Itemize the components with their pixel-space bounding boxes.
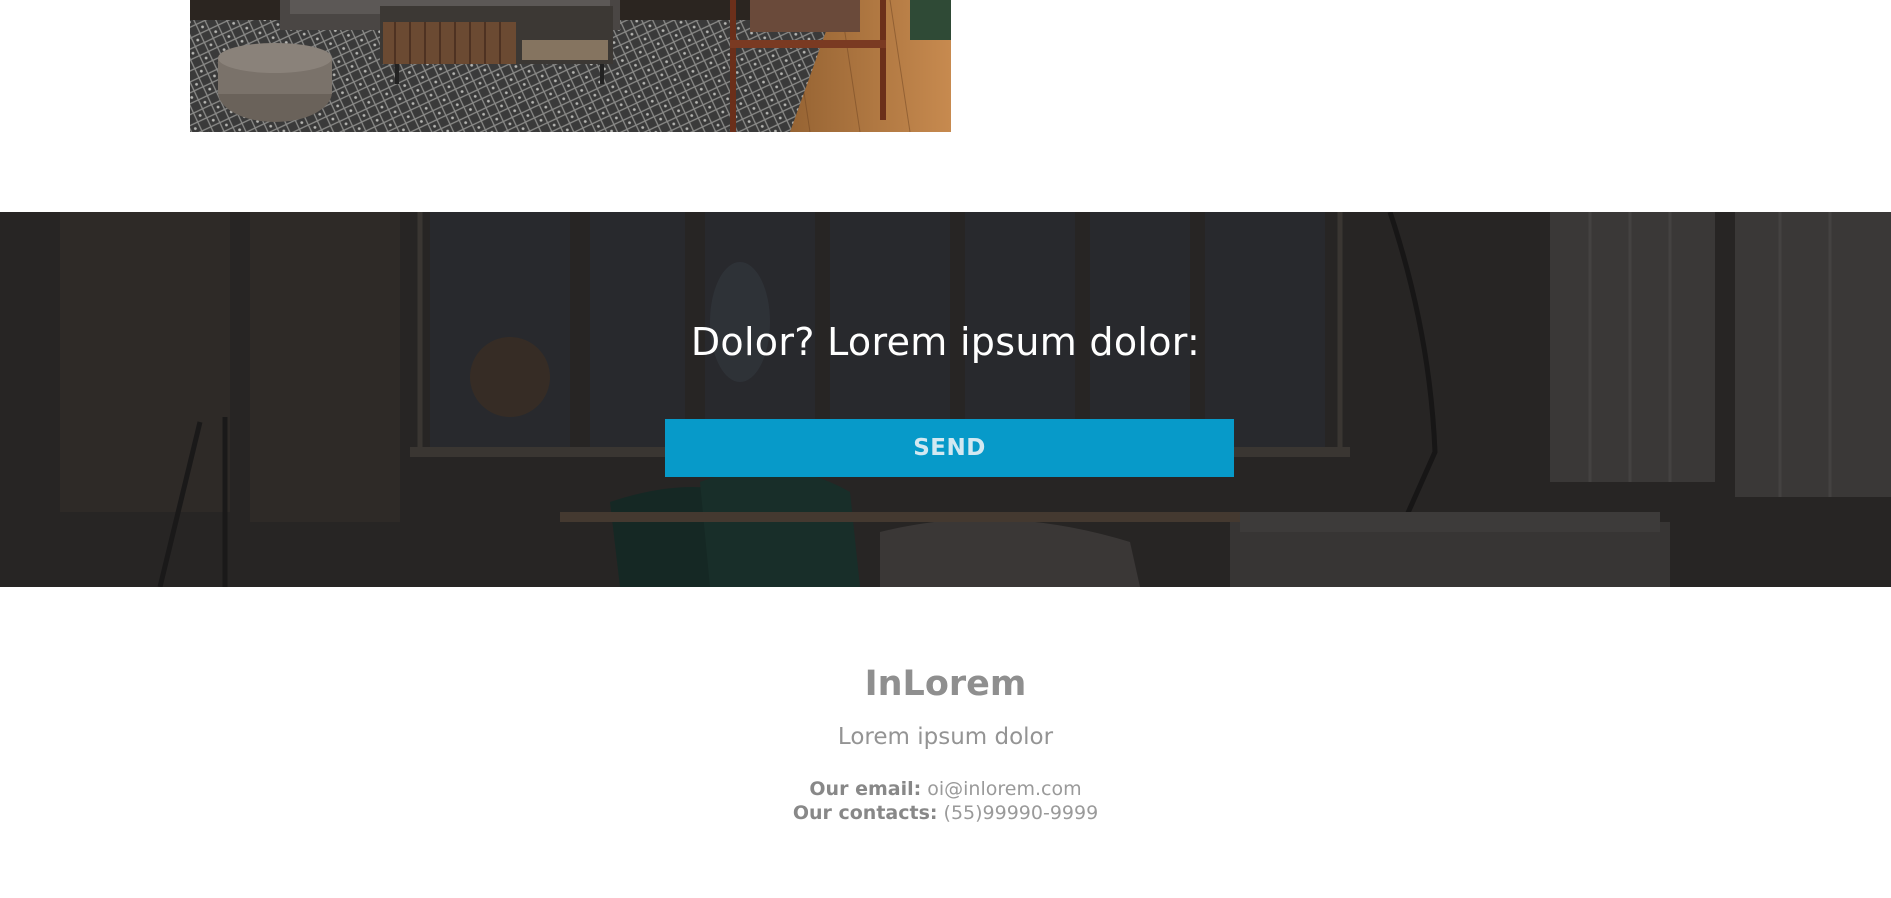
living-room-photo [190,0,951,132]
footer-tagline: Lorem ipsum dolor [837,724,1054,750]
send-button[interactable]: SEND [665,419,1234,477]
cta-title: Dolor? Lorem ipsum dolor: [690,320,1201,364]
contacts-value[interactable]: (55)99990-9999 [944,802,1099,824]
cta-content: Dolor? Lorem ipsum dolor: SEND [0,212,1891,587]
page: Dolor? Lorem ipsum dolor: SEND InLorem L… [0,0,1891,898]
email-label: Our email: [809,778,922,800]
cta-section: Dolor? Lorem ipsum dolor: SEND [0,212,1891,587]
contacts-line: Our contacts: (55)99990-9999 [0,802,1891,824]
email-line: Our email: oi@inlorem.com [0,778,1891,800]
footer: InLorem Lorem ipsum dolor Our email: oi@… [0,587,1891,898]
brand-name: InLorem [864,664,1027,704]
email-value[interactable]: oi@inlorem.com [927,778,1081,800]
contacts-label: Our contacts: [792,802,938,824]
